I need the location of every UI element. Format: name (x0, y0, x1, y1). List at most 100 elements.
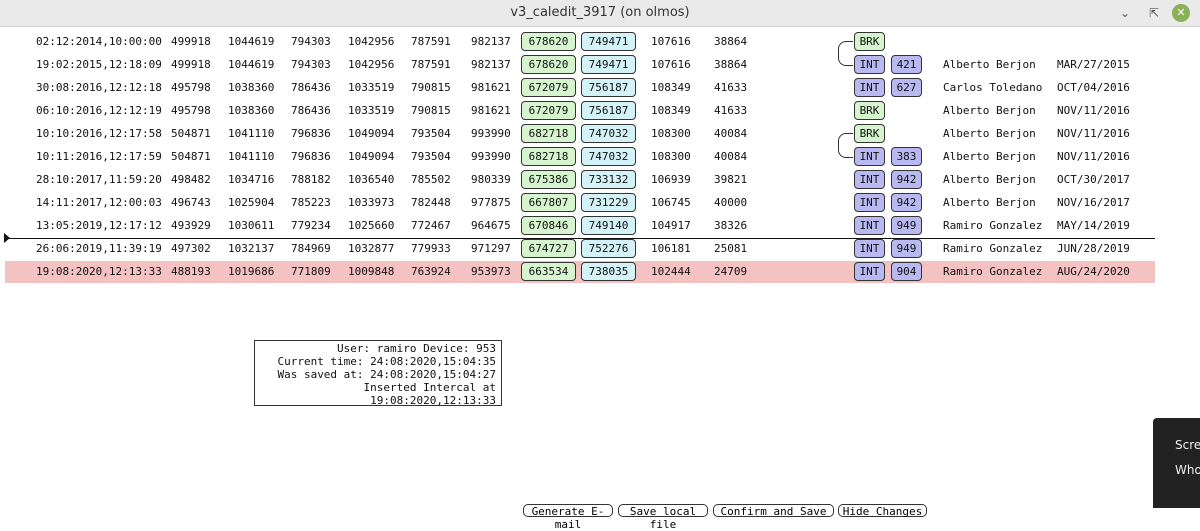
save-local-file-button[interactable]: Save local file (618, 504, 708, 531)
value-cell: 496743 (171, 196, 211, 209)
datetime-cell: 19:08:2020,12:13:33 (36, 265, 162, 278)
table-row[interactable]: 10:11:2016,12:17:59 504871 1041110 796836 10… (5, 146, 1155, 168)
device-badge[interactable]: 421 (891, 55, 922, 74)
maximize-button[interactable]: ⇱ (1144, 3, 1164, 23)
type-badge[interactable]: INT (854, 262, 885, 281)
device-badge[interactable]: 627 (891, 78, 922, 97)
value-cell: 1044619 (228, 58, 275, 71)
value-box-green: 674727 (521, 239, 576, 258)
minimize-button[interactable]: ⌄ (1115, 3, 1135, 23)
value-cell: 982137 (471, 58, 511, 71)
table-row[interactable]: 19:02:2015,12:18:09 499918 1044619 794303 10… (5, 54, 1155, 76)
date-cell: AUG/24/2020 (1057, 265, 1130, 278)
value-cell: 1038360 (228, 104, 275, 117)
device-badge[interactable]: 942 (891, 170, 922, 189)
value-cell: 794303 (291, 35, 331, 48)
value-cell: 106181 (651, 242, 691, 255)
type-badge[interactable]: INT (854, 239, 885, 258)
datetime-cell: 13:05:2019,12:17:12 (36, 219, 162, 232)
table-row[interactable]: 19:08:2020,12:13:33 488193 1019686 771809 10… (5, 261, 1155, 283)
type-badge[interactable]: BRK (854, 32, 885, 51)
type-badge[interactable]: INT (854, 78, 885, 97)
value-cell: 499918 (171, 35, 211, 48)
confirm-and-save-button[interactable]: Confirm and Save (713, 504, 834, 518)
value-box-green: 670846 (521, 216, 576, 235)
value-cell: 504871 (171, 127, 211, 140)
table-row[interactable]: 30:08:2016,12:12:18 495798 1038360 786436 10… (5, 77, 1155, 99)
value-cell: 977875 (471, 196, 511, 209)
type-badge[interactable]: INT (854, 55, 885, 74)
close-button[interactable]: ✕ (1172, 4, 1190, 22)
table-row[interactable]: 06:10:2016,12:12:19 495798 1038360 786436 10… (5, 100, 1155, 122)
value-cell: 39821 (714, 173, 748, 186)
link-bracket (838, 133, 853, 158)
value-cell: 504871 (171, 150, 211, 163)
device-badge[interactable]: 942 (891, 193, 922, 212)
link-bracket (838, 41, 853, 66)
value-cell: 779234 (291, 219, 331, 232)
notification-popup[interactable]: Scre Who (1153, 418, 1200, 508)
value-cell: 1032137 (228, 242, 275, 255)
date-cell: NOV/11/2016 (1057, 150, 1130, 163)
value-cell: 40084 (714, 150, 748, 163)
value-cell: 498482 (171, 173, 211, 186)
value-box-cyan: 747032 (581, 124, 636, 143)
hide-changes-button[interactable]: Hide Changes (838, 504, 927, 518)
value-box-cyan: 749471 (581, 55, 636, 74)
window-titlebar[interactable]: v3_caledit_3917 (on olmos) ⌄ ⇱ ✕ (0, 0, 1200, 27)
user-cell: Ramiro Gonzalez (943, 242, 1043, 255)
generate-email-button[interactable]: Generate E-mail (523, 504, 613, 531)
table-row[interactable]: 14:11:2017,12:00:03 496743 1025904 785223 10… (5, 192, 1155, 214)
datetime-cell: 06:10:2016,12:12:19 (36, 104, 162, 117)
notification-line: Who (1175, 463, 1200, 477)
value-cell: 1042956 (348, 58, 395, 71)
value-cell: 1049094 (348, 127, 395, 140)
device-badge[interactable]: 904 (891, 262, 922, 281)
value-cell: 1049094 (348, 150, 395, 163)
user-cell: Alberto Berjon (943, 104, 1036, 117)
value-cell: 108300 (651, 127, 691, 140)
device-badge[interactable]: 949 (891, 239, 922, 258)
value-cell: 782448 (411, 196, 451, 209)
type-badge[interactable]: INT (854, 193, 885, 212)
window-title: v3_caledit_3917 (on olmos) (510, 5, 690, 20)
value-cell: 787591 (411, 35, 451, 48)
value-cell: 790815 (411, 104, 451, 117)
value-cell: 108300 (651, 150, 691, 163)
value-cell: 495798 (171, 81, 211, 94)
value-cell: 102444 (651, 265, 691, 278)
type-badge[interactable]: INT (854, 170, 885, 189)
value-cell: 981621 (471, 104, 511, 117)
table-row[interactable]: 02:12:2014,10:00:00 499918 1044619 794303 10… (5, 31, 1155, 53)
value-cell: 763924 (411, 265, 451, 278)
device-badge[interactable]: 949 (891, 216, 922, 235)
type-badge[interactable]: BRK (854, 101, 885, 120)
value-cell: 495798 (171, 104, 211, 117)
value-box-cyan: 733132 (581, 170, 636, 189)
datetime-cell: 19:02:2015,12:18:09 (36, 58, 162, 71)
value-cell: 107616 (651, 58, 691, 71)
table-row[interactable]: 13:05:2019,12:17:12 493929 1030611 779234 10… (5, 215, 1155, 237)
value-box-green: 678620 (521, 32, 576, 51)
value-box-green: 675386 (521, 170, 576, 189)
type-badge[interactable]: INT (854, 216, 885, 235)
value-cell: 104917 (651, 219, 691, 232)
value-cell: 772467 (411, 219, 451, 232)
date-cell: OCT/04/2016 (1057, 81, 1130, 94)
table-row[interactable]: 10:10:2016,12:17:58 504871 1041110 796836 10… (5, 123, 1155, 145)
date-cell: NOV/16/2017 (1057, 196, 1130, 209)
table-row[interactable]: 26:06:2019,11:39:19 497302 1032137 784969 10… (5, 238, 1155, 260)
type-badge[interactable]: BRK (854, 124, 885, 143)
value-cell: 1041110 (228, 150, 275, 163)
type-badge[interactable]: INT (854, 147, 885, 166)
value-cell: 953973 (471, 265, 511, 278)
table-row[interactable]: 28:10:2017,11:59:20 498482 1034716 788182 10… (5, 169, 1155, 191)
value-cell: 493929 (171, 219, 211, 232)
calibration-table: 02:12:2014,10:00:00 499918 1044619 794303 10… (0, 27, 1200, 531)
device-badge[interactable]: 383 (891, 147, 922, 166)
value-box-cyan: 752276 (581, 239, 636, 258)
value-cell: 785223 (291, 196, 331, 209)
datetime-cell: 10:11:2016,12:17:59 (36, 150, 162, 163)
value-cell: 1009848 (348, 265, 395, 278)
user-cell: Carlos Toledano (943, 81, 1043, 94)
